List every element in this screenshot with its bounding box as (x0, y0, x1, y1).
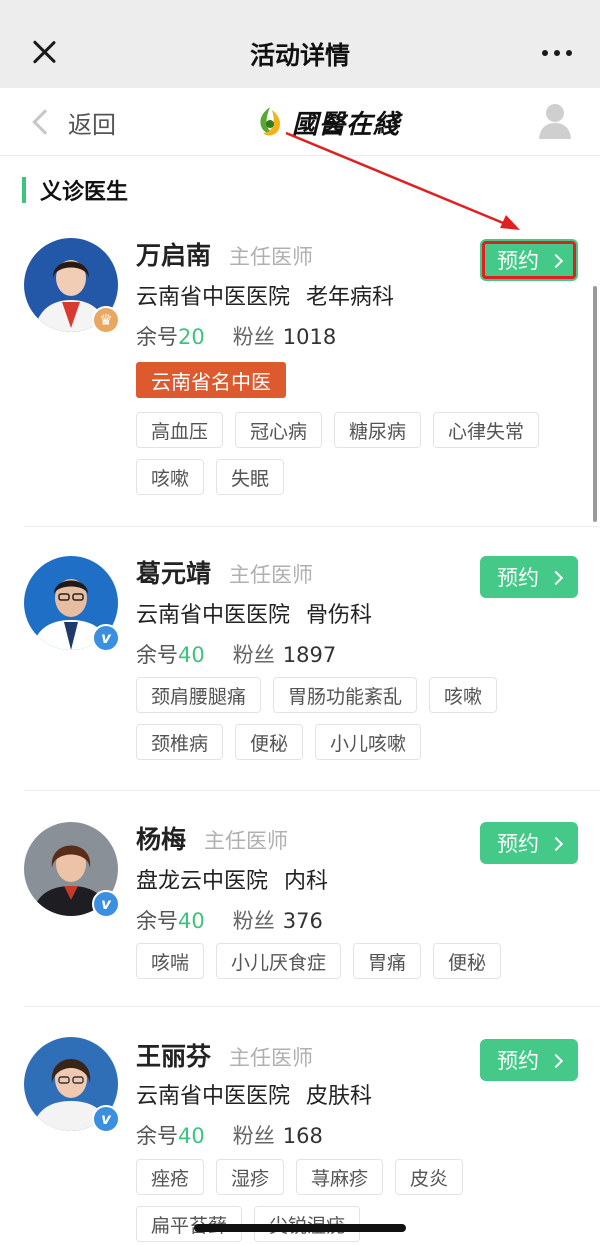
logo-text: 國醫在綫 (292, 109, 401, 140)
home-indicator (194, 1224, 406, 1232)
specialty-tag[interactable]: 小儿厌食症 (216, 943, 342, 979)
doctor-name: 万启南 (136, 241, 212, 270)
honor-badge: 云南省名中医 (136, 362, 286, 398)
back-label: 返回 (68, 110, 116, 139)
verified-icon: v (92, 890, 120, 918)
doctor-stats: 余号20 粉丝 1018 (136, 325, 337, 349)
avatar: v (24, 1037, 120, 1133)
specialty-tag[interactable]: 冠心病 (235, 412, 323, 448)
page-title: 活动详情 (249, 41, 350, 70)
doctor-title: 主任医师 (229, 245, 314, 269)
doctor-department: 皮肤科 (306, 1084, 373, 1109)
specialty-tags: 颈肩腰腿痛 胃肠功能紊乱 咳嗽 颈椎病 便秘 小儿咳嗽 (136, 677, 576, 760)
doctor-hospital: 云南省中医医院 骨伤科 (136, 603, 373, 628)
user-icon[interactable] (538, 102, 572, 140)
site-header: 返回 國醫在綫 (0, 88, 600, 156)
site-logo: 國醫在綫 (252, 102, 402, 142)
doctor-hospital: 云南省中医医院 皮肤科 (136, 1084, 373, 1109)
divider (24, 790, 600, 791)
chevron-left-icon (32, 109, 58, 135)
book-button[interactable]: 预约 (480, 822, 578, 864)
doctor-title: 主任医师 (229, 1046, 314, 1070)
specialty-tag[interactable]: 湿疹 (216, 1159, 285, 1195)
doctor-department: 骨伤科 (306, 603, 373, 628)
specialty-tag[interactable]: 荨麻疹 (296, 1159, 384, 1195)
specialty-tag[interactable]: 咳喘 (136, 943, 205, 979)
crown-icon: ♛ (92, 306, 120, 334)
book-button[interactable]: 预约 (480, 1039, 578, 1081)
specialty-tag[interactable]: 心律失常 (433, 412, 540, 448)
section-title-text: 义诊医生 (40, 180, 129, 205)
doctor-department: 老年病科 (306, 285, 395, 310)
specialty-tag[interactable]: 皮炎 (395, 1159, 464, 1195)
book-button[interactable]: 预约 (480, 239, 578, 281)
chevron-right-icon (548, 253, 564, 269)
fans-count: 168 (282, 1124, 323, 1148)
doctor-card[interactable]: v 王丽芬 主任医师 云南省中医医院 皮肤科 余号40 粉丝 168 预约 痤疮 湿疹… (0, 1027, 600, 1245)
more-icon[interactable] (542, 50, 572, 56)
specialty-tag[interactable]: 失眠 (216, 459, 285, 495)
doctor-department: 内科 (284, 869, 329, 894)
verified-icon: v (92, 1105, 120, 1133)
doctor-name: 杨梅 (136, 825, 187, 854)
doctor-stats: 余号40 粉丝 376 (136, 909, 323, 933)
remaining-count: 40 (178, 909, 205, 933)
specialty-tag[interactable]: 痤疮 (136, 1159, 205, 1195)
chevron-right-icon (548, 836, 564, 852)
scrollbar[interactable] (593, 286, 597, 522)
doctor-hospital: 云南省中医医院 老年病科 (136, 285, 395, 310)
fans-count: 1897 (282, 643, 337, 667)
fans-count: 1018 (282, 325, 337, 349)
doctor-title: 主任医师 (229, 563, 314, 587)
divider (24, 1006, 600, 1007)
avatar: v (24, 822, 120, 918)
doctor-name: 王丽芬 (136, 1042, 212, 1071)
specialty-tag[interactable]: 小儿咳嗽 (315, 724, 422, 760)
wechat-nav-bar: 活动详情 (0, 0, 600, 88)
section-title: 义诊医生 (22, 174, 128, 206)
specialty-tag[interactable]: 糖尿病 (334, 412, 422, 448)
divider (24, 526, 600, 527)
logo-icon (260, 107, 280, 136)
specialty-tag[interactable]: 咳嗽 (429, 677, 498, 713)
specialty-tags: 咳喘 小儿厌食症 胃痛 便秘 (136, 943, 576, 979)
doctor-card[interactable]: v 葛元靖 主任医师 云南省中医医院 骨伤科 余号40 粉丝 1897 预约 颈肩腰腿… (0, 544, 600, 790)
doctor-title: 主任医师 (204, 829, 289, 853)
chevron-right-icon (548, 570, 564, 586)
specialty-tag[interactable]: 胃肠功能紊乱 (273, 677, 418, 713)
remaining-count: 20 (178, 325, 205, 349)
specialty-tag[interactable]: 便秘 (433, 943, 502, 979)
specialty-tag[interactable]: 胃痛 (353, 943, 422, 979)
doctor-card[interactable]: v 杨梅 主任医师 盘龙云中医院 内科 余号40 粉丝 376 预约 咳喘 小儿厌食症… (0, 810, 600, 1006)
avatar: ♛ (24, 238, 120, 334)
doctor-card[interactable]: ♛ 万启南 主任医师 云南省中医医院 老年病科 余号20 粉丝 1018 预约 云南省… (0, 226, 600, 526)
remaining-count: 40 (178, 643, 205, 667)
specialty-tag[interactable]: 便秘 (235, 724, 304, 760)
verified-icon: v (92, 624, 120, 652)
chevron-right-icon (548, 1053, 564, 1069)
avatar: v (24, 556, 120, 652)
doctor-name: 葛元靖 (136, 559, 212, 588)
section-accent-bar (22, 177, 26, 203)
specialty-tag[interactable]: 颈椎病 (136, 724, 224, 760)
specialty-tags: 高血压 冠心病 糖尿病 心律失常 咳嗽 失眠 (136, 412, 576, 495)
specialty-tag[interactable]: 咳嗽 (136, 459, 205, 495)
book-button[interactable]: 预约 (480, 556, 578, 598)
remaining-count: 40 (178, 1124, 205, 1148)
fans-count: 376 (282, 909, 323, 933)
doctor-stats: 余号40 粉丝 168 (136, 1124, 323, 1148)
specialty-tag[interactable]: 颈肩腰腿痛 (136, 677, 262, 713)
back-button[interactable]: 返回 (28, 104, 116, 140)
specialty-tag[interactable]: 高血压 (136, 412, 224, 448)
doctor-hospital: 盘龙云中医院 内科 (136, 869, 329, 894)
doctor-stats: 余号40 粉丝 1897 (136, 643, 337, 667)
